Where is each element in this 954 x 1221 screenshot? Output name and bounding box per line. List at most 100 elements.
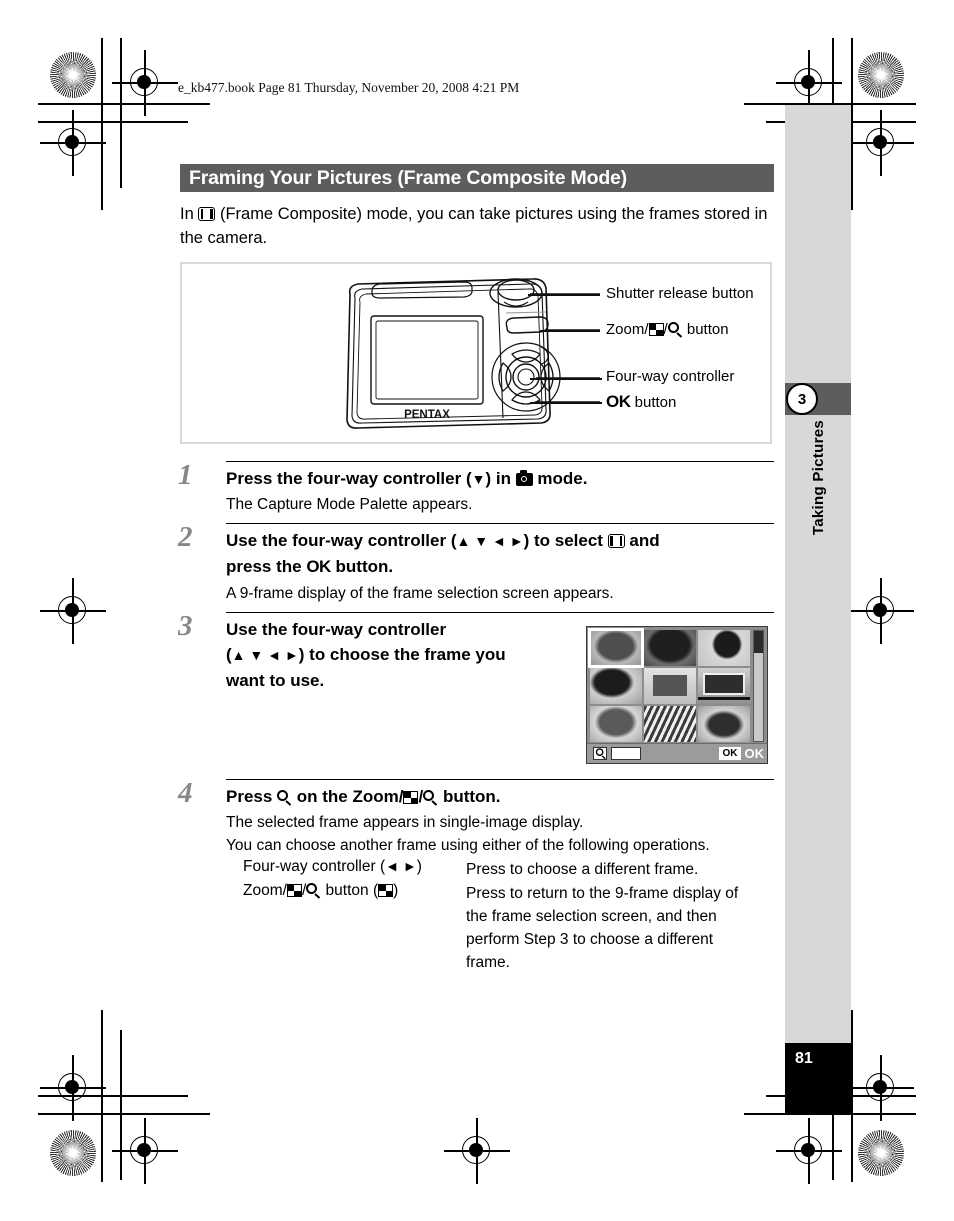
- book-header-line: e_kb477.book Page 81 Thursday, November …: [178, 80, 520, 95]
- thumbnail[interactable]: [644, 630, 696, 666]
- op2-label-c: button (: [321, 882, 379, 899]
- intro-paragraph: In (Frame Composite) mode, you can take …: [180, 202, 780, 250]
- registration-crosshair: [40, 578, 106, 644]
- registration-starburst: [858, 52, 904, 98]
- page-number: 81: [795, 1050, 813, 1067]
- thumbnail[interactable]: [644, 668, 696, 704]
- step-4-heading: Press on the Zoom// button.: [226, 784, 774, 809]
- registration-crosshair: [112, 1118, 178, 1184]
- callout-zoom-button: Zoom// button: [606, 321, 729, 338]
- step-3-head-line1: Use the four-way controller: [226, 620, 447, 639]
- step-number-4: 4: [178, 777, 193, 809]
- ok-label: OK: [744, 746, 765, 761]
- section-title-bar: Framing Your Pictures (Frame Composite M…: [180, 164, 774, 192]
- grid-view-icon: [403, 791, 419, 804]
- camera-brand-label: PENTAX: [404, 409, 450, 421]
- step-2-head-line2-a: press the: [226, 557, 307, 576]
- callout-shutter-release: Shutter release button: [606, 285, 754, 302]
- op2-label-a: Zoom/: [243, 882, 287, 899]
- ok-glyph-icon: OK: [606, 392, 631, 411]
- crop-mark: [101, 38, 103, 210]
- step-rule-2: [226, 523, 774, 525]
- operation-1-label: Four-way controller (◄ ►): [243, 858, 422, 876]
- scrollbar-thumb[interactable]: [754, 631, 763, 653]
- magnify-icon: [593, 747, 607, 760]
- step-rule-4: [226, 779, 774, 781]
- step-2-head-line2-b: button.: [330, 557, 394, 576]
- thumbnail[interactable]: [590, 706, 642, 742]
- thumbnail-grid: [588, 628, 750, 742]
- step-4-body-line2: You can choose another frame using eithe…: [226, 837, 710, 854]
- step-4-head-a: Press: [226, 787, 278, 806]
- step-1-body: The Capture Mode Palette appears.: [226, 496, 473, 513]
- step-1-head-c: mode.: [532, 469, 588, 488]
- operation-2-description: Press to return to the 9-frame display o…: [466, 882, 786, 974]
- step-2-head-c: and: [624, 531, 660, 550]
- callout-zoom-pre: Zoom/: [606, 321, 649, 338]
- frame-composite-icon: [607, 534, 625, 548]
- crop-mark: [101, 1010, 103, 1182]
- callout-four-way-controller: Four-way controller: [606, 368, 734, 385]
- crop-mark: [38, 1113, 210, 1115]
- op1-arrows: ◄ ►: [385, 858, 417, 874]
- callout-ok-post: button: [630, 394, 677, 411]
- operation-2-label: Zoom// button (): [243, 882, 398, 900]
- frame-composite-icon: [198, 207, 216, 221]
- chapter-title-vertical: Taking Pictures: [785, 420, 851, 650]
- chapter-title-text: Taking Pictures: [809, 420, 827, 536]
- step-number-1: 1: [178, 459, 193, 491]
- step-2-head-b: ) to select: [523, 531, 608, 550]
- op2-label-d: ): [393, 882, 399, 899]
- grid-view-icon: [378, 884, 394, 897]
- registration-crosshair: [40, 110, 106, 176]
- registration-starburst: [50, 1130, 96, 1176]
- thumbnail[interactable]: [698, 630, 750, 666]
- step-2-body: A 9-frame display of the frame selection…: [226, 585, 614, 602]
- registration-starburst: [858, 1130, 904, 1176]
- step-number-3: 3: [178, 610, 193, 642]
- zoom-indicator-box: [611, 747, 641, 760]
- registration-crosshair: [444, 1118, 510, 1184]
- step-3-head-line3: want to use.: [226, 671, 325, 690]
- step-1-heading: Press the four-way controller (▼) in mod…: [226, 466, 774, 492]
- step-number-2: 2: [178, 521, 193, 553]
- op2-desc-line3: perform Step 3 to choose a different: [466, 931, 714, 948]
- callout-zoom-post: button: [682, 321, 729, 338]
- ok-glyph-icon: OK: [306, 557, 331, 576]
- thumbnail[interactable]: [698, 706, 750, 742]
- operation-1-description: Press to choose a different frame.: [466, 861, 699, 878]
- step-4-body-line1: The selected frame appears in single-ima…: [226, 814, 584, 831]
- step-3-head-line2-b: ) to choose the frame you: [298, 645, 506, 664]
- crop-mark: [851, 1010, 853, 1182]
- grid-view-icon: [286, 884, 302, 897]
- step-1-head-a: Press the four-way controller (: [226, 469, 472, 488]
- chapter-number-badge: 3: [786, 383, 818, 415]
- magnify-icon: [667, 322, 683, 337]
- step-2-heading: Use the four-way controller (▲ ▼ ◄ ►) to…: [226, 528, 774, 579]
- step-4-head-d: button.: [438, 787, 501, 806]
- thumbnail[interactable]: [698, 668, 750, 704]
- frame-selection-screen: OK OK: [586, 626, 768, 764]
- registration-crosshair: [848, 110, 914, 176]
- step-rule-1: [226, 461, 774, 463]
- crop-mark: [851, 38, 853, 210]
- thumbnail-selected[interactable]: [588, 628, 644, 668]
- callout-shutter-text: Shutter release button: [606, 285, 754, 302]
- step-rule-3: [226, 612, 774, 614]
- op2-desc-line1: Press to return to the 9-frame display o…: [466, 885, 739, 902]
- magnify-icon: [277, 790, 292, 805]
- op2-desc-line4: frame.: [466, 954, 510, 971]
- thumbnail[interactable]: [590, 668, 642, 704]
- step-2-head-a: Use the four-way controller (: [226, 531, 457, 550]
- thumbnail[interactable]: [644, 706, 696, 742]
- callout-fourway-text: Four-way controller: [606, 368, 735, 385]
- callout-ok-button: OK button: [606, 392, 676, 412]
- registration-crosshair: [848, 578, 914, 644]
- step-1-head-b: ) in: [485, 469, 516, 488]
- scrollbar[interactable]: [753, 630, 764, 742]
- magnify-icon: [423, 790, 438, 805]
- intro-text-before: In: [180, 205, 199, 223]
- op1-label-b: ): [416, 858, 422, 875]
- ok-button-badge[interactable]: OK: [719, 747, 741, 760]
- step-2-arrows: ▲ ▼ ◄ ►: [456, 533, 524, 549]
